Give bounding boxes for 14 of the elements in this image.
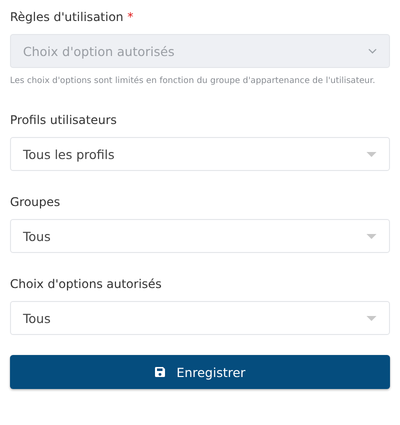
- field-label: Groupes: [10, 195, 60, 209]
- field-label: Règles d'utilisation: [10, 10, 124, 24]
- caret-down-icon: [366, 152, 377, 156]
- select-field[interactable]: Tous: [10, 301, 390, 335]
- field-label: Profils utilisateurs: [10, 113, 117, 127]
- caret-down-icon: [366, 234, 377, 238]
- save-button[interactable]: Enregistrer: [10, 355, 390, 389]
- select-field[interactable]: Tous les profils: [10, 137, 390, 171]
- required-mark: *: [127, 10, 134, 24]
- help-text: Les choix d'options sont limités en fonction du groupe d'appartenance de l'utilisateur.: [10, 75, 376, 88]
- chevron-down-icon: [368, 48, 377, 54]
- caret-down-icon: [366, 316, 377, 320]
- field-label: Choix d'options autorisés: [10, 277, 162, 291]
- select-field[interactable]: Tous: [10, 219, 390, 253]
